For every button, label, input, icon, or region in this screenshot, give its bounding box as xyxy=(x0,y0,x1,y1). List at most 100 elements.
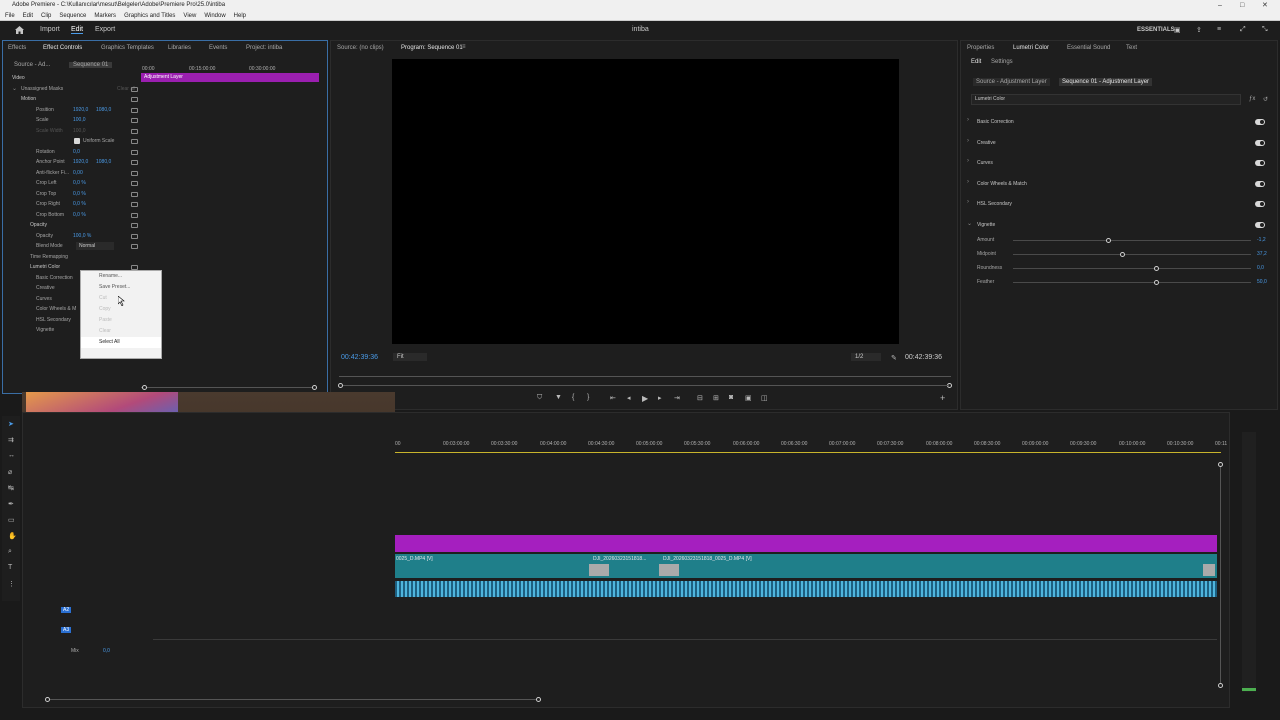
ctx-paste[interactable]: Paste xyxy=(81,315,161,326)
subtab-settings[interactable]: Settings xyxy=(991,59,1013,65)
tab-essential-sound[interactable]: Essential Sound xyxy=(1067,45,1110,51)
vignette-midpoint-slider[interactable] xyxy=(1013,254,1251,255)
home-icon[interactable] xyxy=(15,26,24,34)
reset-icon[interactable] xyxy=(131,202,138,207)
edit-tab[interactable]: Edit xyxy=(71,26,84,34)
ctx-save-preset[interactable]: Save Preset... xyxy=(81,282,161,293)
basic-correction-toggle[interactable] xyxy=(1255,119,1265,125)
reset-icon[interactable] xyxy=(131,150,138,155)
position-x[interactable]: 1920,0 xyxy=(73,107,88,113)
curves-item[interactable]: Curves xyxy=(36,296,52,302)
program-menu-icon[interactable]: ≡ xyxy=(462,44,466,50)
crop-left-value[interactable]: 0,0 % xyxy=(73,180,86,186)
reset-icon[interactable] xyxy=(131,181,138,186)
reset-icon[interactable] xyxy=(131,97,138,102)
chevron-right-icon[interactable]: › xyxy=(967,158,969,164)
reset-icon[interactable] xyxy=(131,171,138,176)
vignette-midpoint-value[interactable]: 37,2 xyxy=(1257,251,1267,257)
zoom-icon[interactable]: ⌕ xyxy=(8,548,12,556)
selection-tool-icon[interactable]: ➤ xyxy=(8,420,14,428)
tab-libraries[interactable]: Libraries xyxy=(168,45,191,51)
minimize-icon[interactable]: – xyxy=(1218,0,1222,11)
compare-icon[interactable]: ▣ xyxy=(745,394,752,402)
section-creative[interactable]: Creative xyxy=(977,140,996,146)
blend-mode-select[interactable]: Normal xyxy=(76,242,114,250)
source-clip-label[interactable]: Source - Ad... xyxy=(14,62,50,68)
crop-right-value[interactable]: 0,0 % xyxy=(73,201,86,207)
resolution-dropdown[interactable]: 1/2 xyxy=(851,353,881,361)
lumetri-sequence-label[interactable]: Sequence 01 - Adjustment Layer xyxy=(1059,78,1153,86)
insert-icon[interactable]: ⊟ xyxy=(697,394,703,402)
menu-clip[interactable]: Clip xyxy=(41,11,51,21)
uniform-scale-checkbox[interactable] xyxy=(74,138,80,144)
vignette-midpoint-knob[interactable] xyxy=(1120,252,1126,257)
adjustment-layer-clip[interactable]: Adjustment Layer xyxy=(141,73,319,82)
reset-icon[interactable] xyxy=(131,223,138,228)
section-color-wheels[interactable]: Color Wheels & Match xyxy=(977,181,1027,187)
fit-dropdown[interactable]: Fit xyxy=(393,353,427,361)
tab-properties[interactable]: Properties xyxy=(967,45,994,51)
reset-icon[interactable] xyxy=(131,108,138,113)
position-y[interactable]: 1080,0 xyxy=(96,107,111,113)
scale-value[interactable]: 100,0 xyxy=(73,117,86,123)
chevron-right-icon[interactable]: › xyxy=(967,117,969,123)
go-to-out-icon[interactable]: ⇥ xyxy=(674,394,680,402)
workspace-label[interactable]: ESSENTIALS xyxy=(1137,27,1175,33)
program-scrubber[interactable] xyxy=(339,373,951,377)
menu-edit[interactable]: Edit xyxy=(23,11,33,21)
import-tab[interactable]: Import xyxy=(40,26,60,33)
timeline-horizontal-scrollbar[interactable] xyxy=(49,699,541,700)
menu-help[interactable]: Help xyxy=(234,11,246,21)
section-curves[interactable]: Curves xyxy=(977,160,993,166)
fullscreen-icon[interactable]: ⤢ xyxy=(1240,26,1246,34)
subtab-edit[interactable]: Edit xyxy=(971,59,981,65)
chevron-down-icon[interactable]: ⌄ xyxy=(12,85,17,92)
chevron-right-icon[interactable]: › xyxy=(967,179,969,185)
reset-icon[interactable] xyxy=(131,244,138,249)
lumetri-effect-dropdown[interactable]: Lumetri Color xyxy=(971,94,1241,105)
program-zoom-bar[interactable] xyxy=(343,385,949,386)
reset-icon[interactable] xyxy=(131,139,138,144)
section-basic-correction[interactable]: Basic Correction xyxy=(977,119,1014,125)
maximize-icon[interactable]: □ xyxy=(1240,0,1244,11)
menu-markers[interactable]: Markers xyxy=(94,11,116,21)
vignette-toggle[interactable] xyxy=(1255,222,1265,228)
vignette-amount-value[interactable]: -1,2 xyxy=(1257,237,1266,243)
ctx-select-all[interactable]: Select All xyxy=(81,337,161,348)
hsl-toggle[interactable] xyxy=(1255,201,1265,207)
go-to-in-icon[interactable]: ⇤ xyxy=(610,394,616,402)
hsl-item[interactable]: HSL Secondary xyxy=(36,317,71,323)
program-timecode[interactable]: 00:42:39:36 xyxy=(341,354,378,361)
tab-events[interactable]: Events xyxy=(209,45,227,51)
workspace-icon[interactable]: ▣ xyxy=(1174,26,1181,34)
chevron-right-icon[interactable]: › xyxy=(967,199,969,205)
chevron-down-icon[interactable]: ⌄ xyxy=(967,220,972,227)
tab-effects[interactable]: Effects xyxy=(8,45,26,51)
tab-text[interactable]: Text xyxy=(1126,45,1137,51)
menu-window[interactable]: Window xyxy=(204,11,225,21)
creative-item[interactable]: Creative xyxy=(36,285,55,291)
reset-effect-icon[interactable]: ↺ xyxy=(1263,96,1268,103)
razor-icon[interactable]: ⌀ xyxy=(8,468,12,476)
color-wheels-item[interactable]: Color Wheels & M xyxy=(36,306,76,312)
add-button-icon[interactable]: + xyxy=(940,393,945,403)
hand-icon[interactable]: ✋ xyxy=(8,532,17,540)
tab-graphics-templates[interactable]: Graphics Templates xyxy=(101,45,154,51)
work-area-bar[interactable] xyxy=(395,452,1221,453)
multicam-icon[interactable]: ◫ xyxy=(761,394,768,402)
creative-toggle[interactable] xyxy=(1255,140,1265,146)
audio-track-clip[interactable] xyxy=(395,581,1217,597)
section-vignette[interactable]: Vignette xyxy=(977,222,995,228)
vignette-amount-knob[interactable] xyxy=(1106,238,1112,243)
add-marker-icon[interactable]: ⛉ xyxy=(537,394,542,402)
reset-icon[interactable] xyxy=(131,118,138,123)
tab-effect-controls[interactable]: Effect Controls xyxy=(43,45,82,51)
type-icon[interactable]: T xyxy=(8,564,12,571)
menu-icon[interactable]: ≡ xyxy=(1217,26,1221,33)
reset-icon[interactable] xyxy=(131,234,138,239)
tab-project[interactable]: Project: intiba xyxy=(246,45,282,51)
vignette-feather-knob[interactable] xyxy=(1153,280,1159,285)
anchor-y[interactable]: 1080,0 xyxy=(96,159,111,165)
export-tab[interactable]: Export xyxy=(95,26,115,33)
overwrite-icon[interactable]: ⊞ xyxy=(713,394,719,402)
